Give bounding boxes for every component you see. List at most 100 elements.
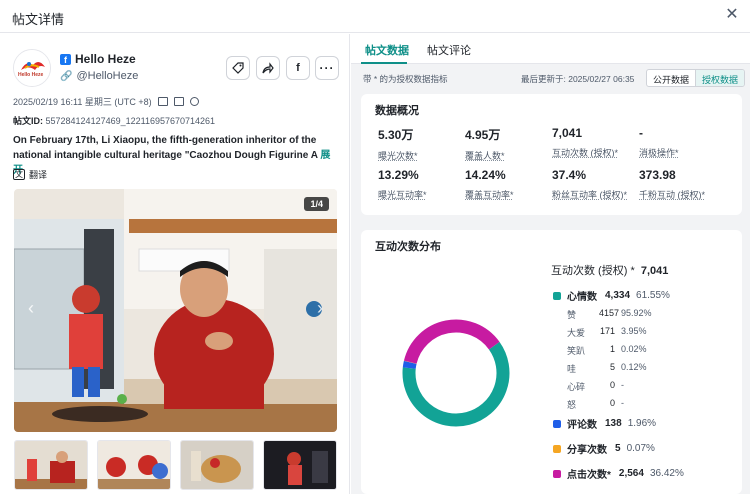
legend-swatch <box>553 419 561 428</box>
tab-post-comments[interactable]: 帖文评论 <box>427 42 471 58</box>
sub-count: 1 <box>609 344 615 354</box>
post-id: 帖文ID: 557284124127469_122116957670714261 <box>13 114 215 127</box>
share-arrow-icon <box>262 62 274 74</box>
data-source-toggle: 公开数据 授权数据 <box>646 69 746 87</box>
interaction-donut-chart[interactable] <box>401 318 511 428</box>
hello-heze-logo <box>14 50 50 86</box>
logo-text: Hello Heze <box>18 72 44 78</box>
stat-label: 曝光次数* <box>378 151 418 161</box>
facebook-open-button[interactable]: f <box>286 56 310 80</box>
group-count: 5 <box>615 443 621 454</box>
stat-per-thousand-fans: 373.98 千粉互动 (授权)* <box>639 168 705 201</box>
stat-value: 14.24% <box>465 168 506 182</box>
analytics-panel: 帖文数据 帖文评论 带 * 的为授权数据指标 最后更新于: 2025/02/27… <box>351 34 750 494</box>
share-button[interactable] <box>256 56 280 80</box>
avatar[interactable]: Hello Heze <box>13 49 51 87</box>
sub-name: 赞 <box>567 310 577 320</box>
stat-value: - <box>639 126 643 140</box>
sub-pct: 0.02% <box>621 344 647 354</box>
title-bar: 帖文详情 ✕ <box>0 0 750 33</box>
post-meta: 2025/02/19 16:11 星期三 (UTC +8) <box>13 95 199 108</box>
donut-slice-0[interactable] <box>402 341 510 427</box>
group-pct: 61.55% <box>636 290 670 301</box>
sub-sad: 心碎 0 - <box>567 380 624 393</box>
tag-button[interactable] <box>226 56 250 80</box>
link-icon: 🔗 <box>60 70 73 82</box>
post-id-value[interactable]: 557284124127469_122116957670714261 <box>46 116 216 126</box>
thumbnail-image-3 <box>181 441 253 489</box>
stat-negative-actions: - 消极操作* <box>639 126 679 159</box>
sub-count: 171 <box>599 326 615 336</box>
translate-label: 翻译 <box>29 170 48 180</box>
thumbnail-strip <box>14 440 337 490</box>
sub-count: 0 <box>609 398 615 408</box>
authorized-data-option[interactable]: 授权数据 <box>695 70 745 86</box>
sub-pct: 0.12% <box>621 362 647 372</box>
group-reactions: 心情数 4,334 61.55% <box>553 288 670 303</box>
stat-reach-rate: 14.24% 覆盖互动率* <box>465 168 514 201</box>
last-updated: 最后更新于: 2025/02/27 06:35 <box>521 74 635 84</box>
stat-label: 千粉互动 (授权)* <box>639 190 705 200</box>
image-icon <box>157 97 168 106</box>
more-button[interactable]: ··· <box>315 56 339 80</box>
stat-value: 5.30万 <box>378 128 414 142</box>
post-panel: Hello Heze f Hello Heze 🔗 @HelloHeze f ·… <box>0 34 350 494</box>
group-count: 138 <box>605 418 622 429</box>
group-name: 评论数 <box>567 420 597 431</box>
sub-name: 怒 <box>567 400 577 410</box>
active-tab-indicator <box>361 62 407 64</box>
public-data-option[interactable]: 公开数据 <box>647 70 695 86</box>
legend-swatch <box>553 291 561 300</box>
sub-count: 0 <box>609 380 615 390</box>
sub-name: 哇 <box>567 364 577 374</box>
sub-pct: 95.92% <box>621 308 652 318</box>
thumbnail-3[interactable] <box>180 440 254 490</box>
svg-text:›: › <box>317 298 323 318</box>
stat-value: 13.29% <box>378 168 419 182</box>
stat-label: 互动次数 (授权)* <box>552 148 618 158</box>
sub-name: 笑趴 <box>567 346 586 356</box>
thumbnail-2[interactable] <box>97 440 171 490</box>
globe-icon <box>189 97 199 106</box>
sub-pct: - <box>621 380 624 390</box>
post-body-text: On February 17th, Li Xiaopu, the fifth-g… <box>13 135 318 161</box>
stat-label: 消极操作* <box>639 148 679 158</box>
group-name: 点击次数* <box>567 470 611 481</box>
thumbnail-image-4 <box>264 441 336 489</box>
stat-interactions: 7,041 互动次数 (授权)* <box>552 126 618 159</box>
distribution-title: 互动次数分布 <box>375 241 441 253</box>
profile-name[interactable]: f Hello Heze <box>60 52 136 66</box>
photo-man-crafting-dough-figurine: ‹ › <box>14 189 337 432</box>
donut-slice-1[interactable] <box>402 360 417 369</box>
distribution-total: 互动次数 (授权) * 7,041 <box>551 262 668 278</box>
profile-handle[interactable]: 🔗 @HelloHeze <box>60 70 138 82</box>
thumbnail-image-1 <box>15 441 87 489</box>
stat-label: 覆盖互动率* <box>465 190 514 200</box>
group-pct: 36.42% <box>649 468 684 479</box>
document-icon <box>173 97 184 106</box>
stat-reach: 4.95万 覆盖人数* <box>465 126 505 162</box>
translate-button[interactable]: 文 翻译 <box>13 168 47 181</box>
post-image[interactable]: ‹ › 1/4 <box>14 189 337 432</box>
image-counter: 1/4 <box>304 197 329 211</box>
sub-count: 4157 <box>599 308 620 318</box>
post-id-label: 帖文ID: <box>13 116 43 126</box>
tab-post-data[interactable]: 帖文数据 <box>365 42 409 58</box>
stat-value: 373.98 <box>639 168 676 182</box>
thumbnail-4[interactable] <box>263 440 337 490</box>
group-count: 4,334 <box>605 290 631 301</box>
stat-label: 覆盖人数* <box>465 151 505 161</box>
stat-label: 曝光互动率* <box>378 190 427 200</box>
overview-title: 数据概况 <box>375 105 419 117</box>
group-count: 2,564 <box>618 468 644 479</box>
donut-slice-3[interactable] <box>403 319 500 364</box>
stat-impression-rate: 13.29% 曝光互动率* <box>378 168 427 201</box>
translate-icon: 文 <box>13 169 25 180</box>
sub-name: 大爱 <box>567 328 586 338</box>
sub-wow: 哇 5 0.12% <box>567 362 647 375</box>
facebook-outline-icon: f <box>296 62 300 74</box>
data-subbar: 带 * 的为授权数据指标 最后更新于: 2025/02/27 06:35 公开数… <box>351 65 750 91</box>
thumbnail-1[interactable] <box>14 440 88 490</box>
close-icon[interactable]: ✕ <box>722 5 742 25</box>
sub-pct: - <box>621 398 624 408</box>
